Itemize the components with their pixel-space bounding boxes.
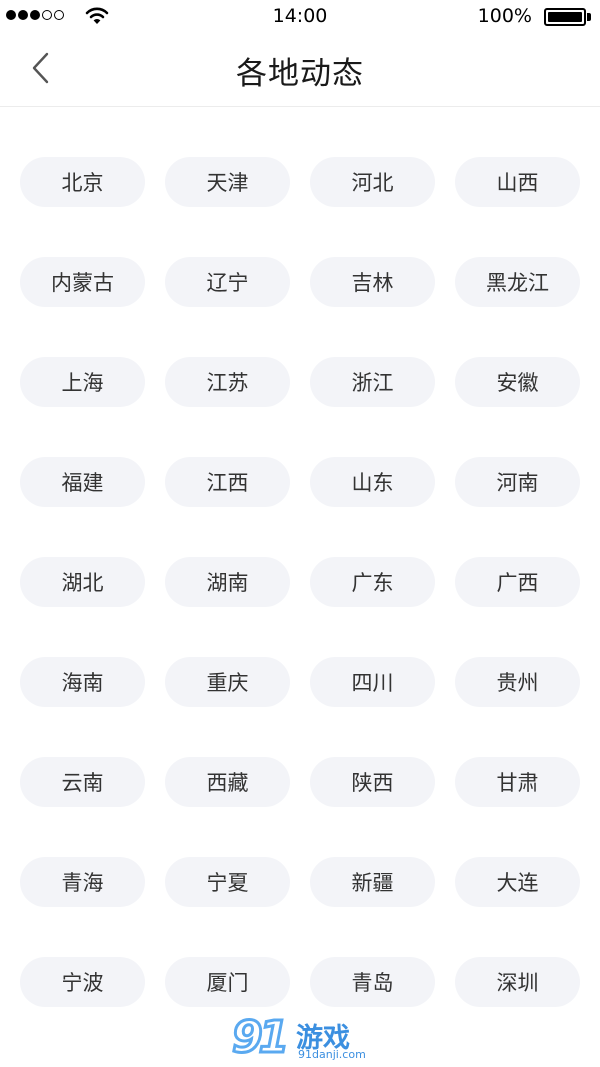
- region-chip[interactable]: 甘肃: [455, 757, 580, 807]
- region-chip[interactable]: 吉林: [310, 257, 435, 307]
- region-chip[interactable]: 山西: [455, 157, 580, 207]
- region-chip[interactable]: 河北: [310, 157, 435, 207]
- region-chip[interactable]: 宁夏: [165, 857, 290, 907]
- region-chip[interactable]: 天津: [165, 157, 290, 207]
- region-chip[interactable]: 安徽: [455, 357, 580, 407]
- region-chip[interactable]: 河南: [455, 457, 580, 507]
- battery-tip: [587, 13, 591, 21]
- region-chip[interactable]: 辽宁: [165, 257, 290, 307]
- region-chip[interactable]: 深圳: [455, 957, 580, 1007]
- status-bar: 14:00 100%: [0, 0, 600, 34]
- region-chip[interactable]: 上海: [20, 357, 145, 407]
- region-chip[interactable]: 湖北: [20, 557, 145, 607]
- page-title: 各地动态: [236, 56, 364, 92]
- region-chip[interactable]: 江西: [165, 457, 290, 507]
- watermark-url: 91danji.com: [298, 1048, 366, 1061]
- battery-icon: [544, 8, 586, 26]
- region-chip[interactable]: 新疆: [310, 857, 435, 907]
- region-chip[interactable]: 陕西: [310, 757, 435, 807]
- region-chip[interactable]: 贵州: [455, 657, 580, 707]
- region-chip[interactable]: 云南: [20, 757, 145, 807]
- region-chip[interactable]: 黑龙江: [455, 257, 580, 307]
- region-chip[interactable]: 四川: [310, 657, 435, 707]
- region-chip[interactable]: 福建: [20, 457, 145, 507]
- region-chip[interactable]: 重庆: [165, 657, 290, 707]
- region-chip[interactable]: 江苏: [165, 357, 290, 407]
- region-chip[interactable]: 广西: [455, 557, 580, 607]
- region-chip[interactable]: 青岛: [310, 957, 435, 1007]
- region-chip[interactable]: 北京: [20, 157, 145, 207]
- region-chip[interactable]: 西藏: [165, 757, 290, 807]
- region-chip[interactable]: 大连: [455, 857, 580, 907]
- watermark-number: 91: [230, 1011, 290, 1065]
- region-chip[interactable]: 厦门: [165, 957, 290, 1007]
- region-chip[interactable]: 湖南: [165, 557, 290, 607]
- region-chip[interactable]: 青海: [20, 857, 145, 907]
- region-chip[interactable]: 浙江: [310, 357, 435, 407]
- region-chip[interactable]: 海南: [20, 657, 145, 707]
- region-chip[interactable]: 广东: [310, 557, 435, 607]
- battery-percentage: 100%: [477, 5, 532, 27]
- region-grid: 北京 天津 河北 山西内蒙古 辽宁 吉林 黑龙江上海 江苏 浙江 安徽福建 江西 山东 河南湖北 湖南 广东…: [20, 157, 580, 1007]
- region-chip[interactable]: 宁波: [20, 957, 145, 1007]
- region-chip[interactable]: 内蒙古: [20, 257, 145, 307]
- region-chip[interactable]: 山东: [310, 457, 435, 507]
- watermark-logo: 91 游戏 91danji.com: [230, 1011, 372, 1065]
- navigation-bar: 各地动态: [0, 34, 600, 107]
